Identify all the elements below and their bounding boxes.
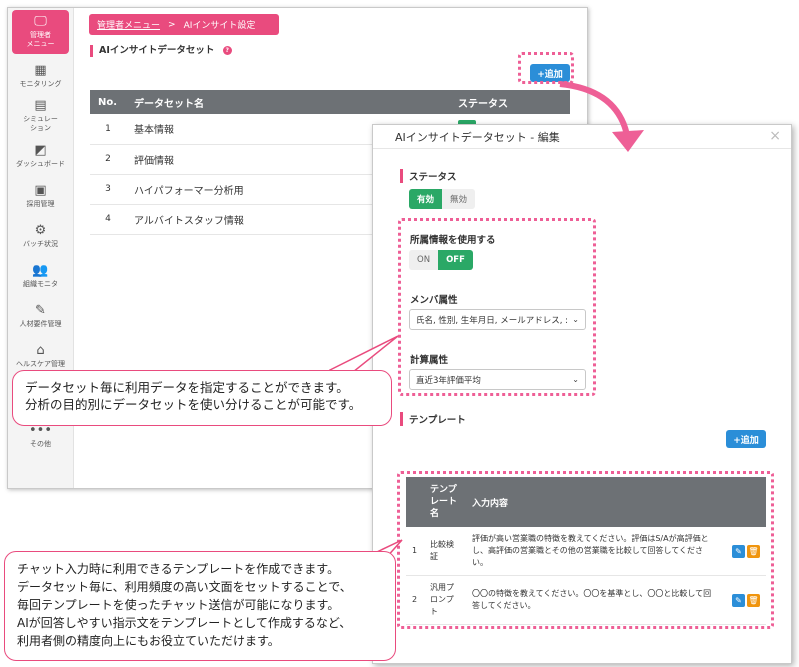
template-label: テンプレート <box>400 412 466 426</box>
breadcrumb-separator: > <box>168 19 176 30</box>
sidebar-item-4[interactable]: ▣ 採用管理 <box>8 176 73 216</box>
batch-gear-icon: ⚙ <box>34 222 47 238</box>
status-toggle[interactable]: 有効 無効 <box>409 189 476 209</box>
row-no: 1 <box>90 114 126 145</box>
dashboard-icon: ◩ <box>34 142 47 158</box>
sidebar-item-label: シミュレー ション <box>23 115 58 132</box>
status-enabled-option[interactable]: 有効 <box>409 189 443 209</box>
monitor-icon: 🖵 <box>34 14 47 29</box>
status-label: ステータス <box>400 169 457 183</box>
sidebar-item-label: 組織モニタ <box>23 279 58 288</box>
recruitment-icon: ▣ <box>34 182 47 198</box>
hr-requirement-icon: ✎ <box>35 302 46 318</box>
col-dataset-name: データセット名 <box>126 90 450 114</box>
template-highlight <box>397 471 774 629</box>
monitoring-icon: ▦ <box>34 62 47 78</box>
dataset-table-header: No. データセット名 ステータス <box>90 90 570 114</box>
add-template-button[interactable]: +追加 <box>726 430 766 448</box>
sidebar-item-1[interactable]: ▦ モニタリング <box>8 56 73 96</box>
sidebar-item-label: ヘルスケア管理 <box>16 359 65 368</box>
sidebar-item-label: その他 <box>30 439 51 448</box>
sidebar-item-label: 管理者 メニュー <box>26 31 55 48</box>
home-icon: ⌂ <box>36 342 45 358</box>
sidebar-item-7[interactable]: ✎ 人材要件管理 <box>8 296 73 336</box>
dataset-section-title: AIインサイトデータセット ? <box>90 45 232 57</box>
row-no: 2 <box>90 144 126 175</box>
close-icon[interactable]: × <box>769 128 781 144</box>
dataset-section-title-text: AIインサイトデータセット <box>99 45 215 56</box>
row-no: 4 <box>90 204 126 235</box>
status-disabled-option[interactable]: 無効 <box>442 189 476 209</box>
sidebar-item-5[interactable]: ⚙ バッチ状況 <box>8 216 73 256</box>
simulation-icon: ▤ <box>34 98 47 113</box>
row-no: 3 <box>90 174 126 205</box>
col-no: No. <box>90 90 126 114</box>
callout-dataset: データセット毎に利用データを指定することができます。 分析の目的別にデータセット… <box>12 370 392 426</box>
help-icon[interactable]: ? <box>222 46 232 55</box>
sidebar-item-6[interactable]: 👥 組織モニタ <box>8 256 73 296</box>
sidebar-item-label: 人材要件管理 <box>19 319 62 328</box>
settings-highlight <box>398 218 596 396</box>
modal-header: AIインサイトデータセット - 編集 <box>373 125 791 149</box>
breadcrumb-admin-menu-link[interactable]: 管理者メニュー <box>97 18 160 31</box>
sidebar-item-label: バッチ状況 <box>23 239 58 248</box>
org-people-icon: 👥 <box>32 262 49 278</box>
sidebar-item-0[interactable]: 🖵 管理者 メニュー <box>12 10 69 54</box>
breadcrumb-current: AIインサイト設定 <box>183 21 256 31</box>
sidebar-item-label: モニタリング <box>19 79 62 88</box>
add-button-highlight <box>518 52 574 84</box>
breadcrumb: 管理者メニュー > AIインサイト設定 <box>89 14 279 35</box>
sidebar-item-label: ダッシュボード <box>16 159 65 168</box>
sidebar-item-2[interactable]: ▤ シミュレー ション <box>8 96 73 136</box>
sidebar-item-label: 採用管理 <box>26 199 55 208</box>
col-status: ステータス <box>450 90 570 114</box>
callout-template: チャット入力時に利用できるテンプレートを作成できます。 データセット毎に、利用頻… <box>4 551 396 661</box>
sidebar-item-3[interactable]: ◩ ダッシュボード <box>8 136 73 176</box>
modal-title: AIインサイトデータセット - 編集 <box>395 130 560 144</box>
